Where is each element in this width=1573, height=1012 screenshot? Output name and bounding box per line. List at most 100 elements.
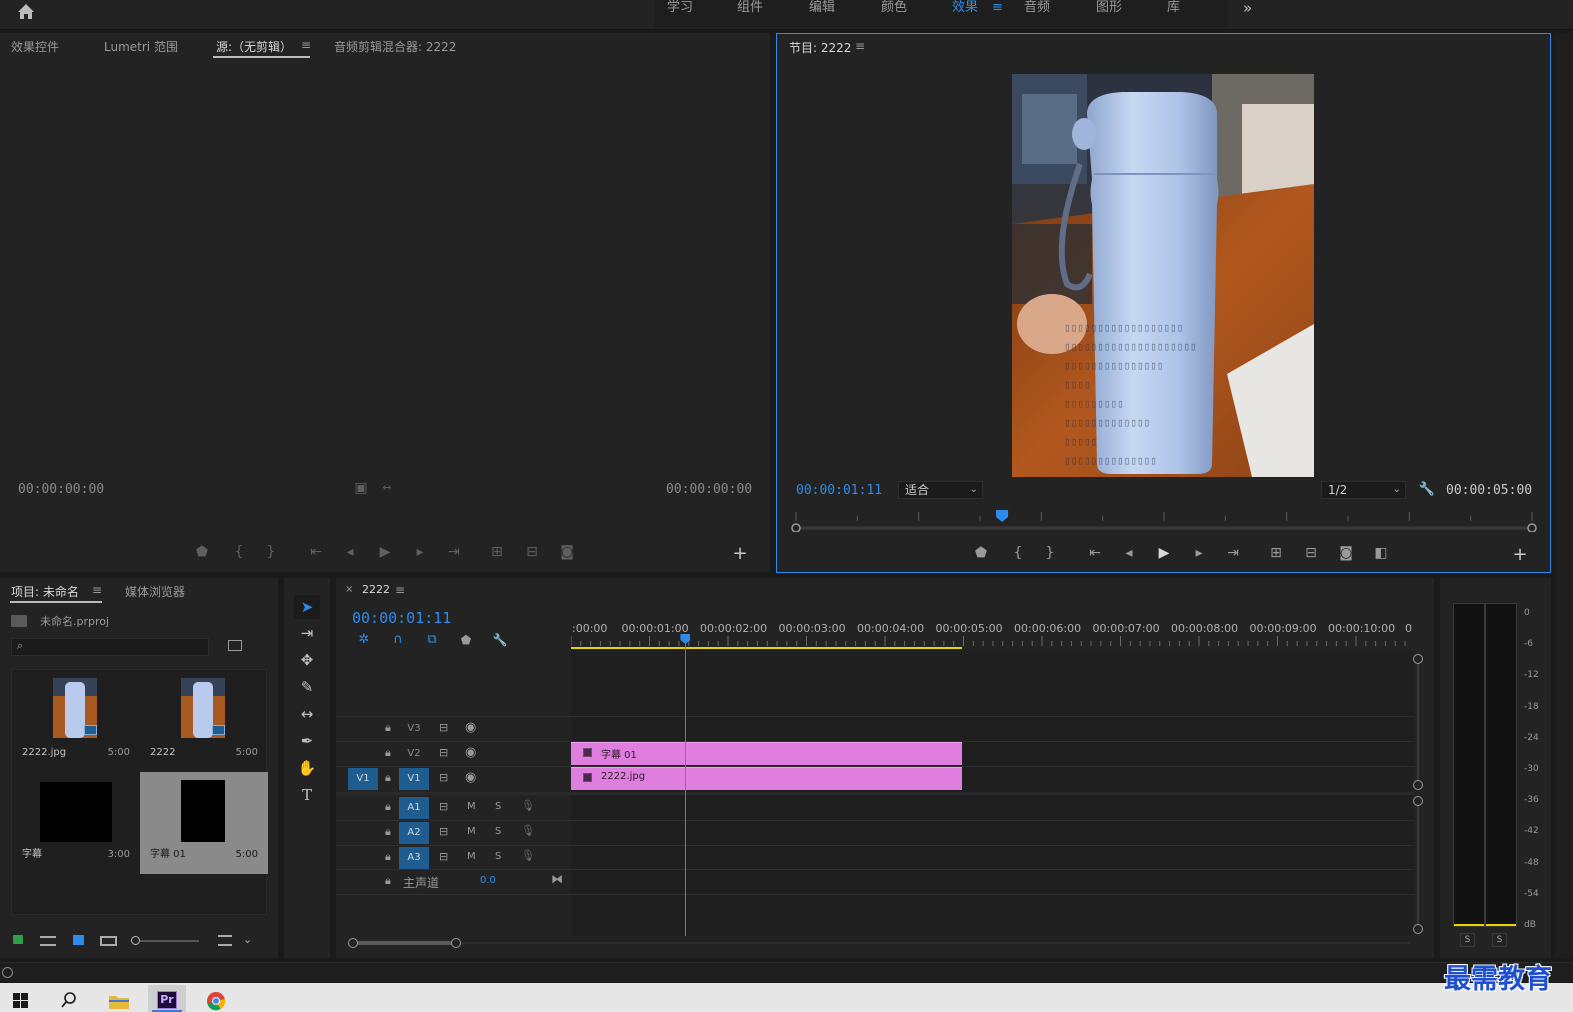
lift-icon[interactable]: ⊞ <box>1265 543 1287 563</box>
workspace-tab-effects[interactable]: 效果 <box>952 0 978 28</box>
mark-out-icon[interactable]: } <box>1039 543 1061 563</box>
play-icon[interactable]: ▶ <box>1153 543 1175 563</box>
playback-resolution-dropdown[interactable]: 1/2 ⌄ <box>1321 481 1406 499</box>
microphone-icon[interactable]: 🎙︎ <box>521 849 535 862</box>
nest-toggle-icon[interactable]: ✲ <box>353 630 375 650</box>
master-volume-value[interactable]: 0.0 <box>480 875 496 886</box>
program-playhead[interactable] <box>996 510 1009 522</box>
track-target-a1[interactable]: A1 <box>399 797 429 819</box>
go-to-in-icon[interactable]: ⇤ <box>305 542 327 562</box>
solo-button[interactable]: S <box>495 801 501 812</box>
bin-item-caption[interactable]: 字幕 3:00 <box>12 772 140 874</box>
selection-tool-icon[interactable]: ➤ <box>294 595 320 619</box>
sort-icon[interactable] <box>218 935 232 946</box>
overwrite-icon[interactable]: ⊟ <box>521 542 543 562</box>
clip-2222-jpg[interactable]: 2222.jpg <box>571 767 962 790</box>
lock-icon[interactable]: 🔒︎ <box>385 800 391 814</box>
tab-effect-controls[interactable]: 效果控件 <box>11 38 59 55</box>
go-to-out-icon[interactable]: ⇥ <box>443 542 465 562</box>
tab-media-browser[interactable]: 媒体浏览器 <box>125 583 185 600</box>
search-icon[interactable] <box>60 991 78 1009</box>
workspace-menu-icon[interactable]: ≡ <box>992 0 1003 28</box>
eye-icon[interactable]: ◉ <box>465 745 476 760</box>
microphone-icon[interactable]: 🎙︎ <box>521 824 535 837</box>
button-editor-add-icon[interactable]: + <box>729 544 751 564</box>
lock-icon[interactable]: 🔒︎ <box>385 771 391 785</box>
sync-lock-icon[interactable]: ⊟ <box>439 746 448 759</box>
lock-icon[interactable]: 🔒︎ <box>385 721 391 735</box>
marker-icon[interactable]: ⬟ <box>191 542 213 562</box>
settings-wrench-icon[interactable]: 🔧 <box>1416 480 1438 500</box>
slip-tool-icon[interactable]: ↔ <box>294 702 320 726</box>
razor-tool-icon[interactable]: ✎ <box>294 675 320 699</box>
work-area-bar[interactable] <box>571 647 962 649</box>
sync-lock-icon[interactable]: ⊟ <box>439 850 448 863</box>
zoom-level-dropdown[interactable]: 适合 ⌄ <box>898 481 983 499</box>
panel-menu-icon[interactable]: ≡ <box>92 583 102 597</box>
premiere-icon[interactable]: Pr <box>148 985 186 1012</box>
bin-item-caption-01[interactable]: 字幕 01 5:00 <box>140 772 268 874</box>
vertical-scrollbar-video[interactable] <box>1413 654 1423 790</box>
mute-button[interactable]: M <box>467 801 476 812</box>
lock-icon[interactable]: 🔒︎ <box>385 850 391 864</box>
step-back-icon[interactable]: ◂ <box>1118 543 1140 563</box>
linked-selection-icon[interactable]: ⧉ <box>421 630 443 650</box>
file-explorer-icon[interactable] <box>108 992 130 1010</box>
button-editor-add-icon[interactable]: + <box>1509 545 1531 565</box>
list-view-icon[interactable] <box>40 936 56 946</box>
mute-button[interactable]: M <box>467 851 476 862</box>
solo-right-button[interactable]: S <box>1492 933 1507 947</box>
workspace-tab-libraries[interactable]: 库 <box>1167 0 1180 28</box>
vertical-scrollbar-audio[interactable] <box>1413 796 1423 934</box>
export-frame-icon[interactable]: ◙ <box>1335 543 1357 563</box>
lock-icon[interactable]: 🔒︎ <box>385 825 391 839</box>
chevron-down-icon[interactable]: ⌄ <box>243 933 252 946</box>
play-icon[interactable]: ▶ <box>374 542 396 562</box>
workspace-tab-learn[interactable]: 学习 <box>667 0 693 28</box>
panel-menu-icon[interactable]: ≡ <box>855 39 865 53</box>
close-sequence-icon[interactable]: × <box>345 584 353 595</box>
mark-in-icon[interactable]: { <box>228 542 250 562</box>
source-timecode-current[interactable]: 00:00:00:00 <box>18 482 104 497</box>
pen-tool-icon[interactable]: ✒ <box>294 729 320 753</box>
program-video-frame[interactable]: ▯▯▯▯▯▯▯▯▯▯▯▯▯▯▯▯▯▯ ▯▯▯▯▯▯▯▯▯▯▯▯▯▯▯▯▯▯▯▯ … <box>1012 74 1314 477</box>
go-to-end-icon[interactable]: ⧓ <box>551 872 563 886</box>
track-target-v3[interactable]: V3 <box>399 718 429 740</box>
timeline-settings-wrench-icon[interactable]: 🔧 <box>489 630 511 650</box>
snap-magnet-icon[interactable]: ∩ <box>387 630 409 650</box>
bin-item-sequence-2222[interactable]: 2222 5:00 <box>140 670 268 772</box>
new-search-bin-icon[interactable] <box>228 640 242 651</box>
chrome-icon[interactable] <box>206 991 226 1011</box>
bin-item-2222-jpg[interactable]: 2222.jpg 5:00 <box>12 670 140 772</box>
zoom-slider-handle[interactable] <box>131 936 140 945</box>
go-to-out-icon[interactable]: ⇥ <box>1222 543 1244 563</box>
sync-lock-icon[interactable]: ⊟ <box>439 771 448 784</box>
lock-icon[interactable] <box>13 935 23 944</box>
track-target-a2[interactable]: A2 <box>399 822 429 844</box>
drop-face-icon[interactable]: ▣ <box>350 478 372 498</box>
lock-icon[interactable]: 🔒︎ <box>385 746 391 760</box>
tab-source[interactable]: 源:（无剪辑） <box>216 38 292 55</box>
mark-out-icon[interactable]: } <box>260 542 282 562</box>
panel-menu-icon[interactable]: ≡ <box>395 583 405 597</box>
insert-icon[interactable]: ⊞ <box>486 542 508 562</box>
hand-tool-icon[interactable]: ✋ <box>294 756 320 780</box>
track-target-v2[interactable]: V2 <box>399 743 429 765</box>
sync-lock-icon[interactable]: ⊟ <box>439 800 448 813</box>
timeline-playhead[interactable] <box>680 634 691 936</box>
workspace-tab-assembly[interactable]: 组件 <box>737 0 763 28</box>
tab-lumetri-scopes[interactable]: Lumetri 范围 <box>104 38 178 55</box>
solo-left-button[interactable]: S <box>1460 933 1475 947</box>
icon-view-icon[interactable] <box>73 935 84 945</box>
more-workspaces-icon[interactable]: » <box>1243 0 1252 28</box>
add-marker-icon[interactable]: ⬟ <box>455 630 477 650</box>
clip-caption-01[interactable]: 字幕 01 <box>571 742 962 765</box>
step-forward-icon[interactable]: ▸ <box>409 542 431 562</box>
ripple-edit-tool-icon[interactable]: ✥ <box>294 648 320 672</box>
program-monitor-title[interactable]: 节目: 2222 <box>789 39 851 56</box>
tab-audio-clip-mixer[interactable]: 音频剪辑混合器: 2222 <box>334 38 456 55</box>
project-search-input[interactable]: ⌕ <box>11 638 209 656</box>
sync-lock-icon[interactable]: ⊟ <box>439 721 448 734</box>
start-icon[interactable] <box>13 993 29 1009</box>
export-frame-icon[interactable]: ◙ <box>556 542 578 562</box>
